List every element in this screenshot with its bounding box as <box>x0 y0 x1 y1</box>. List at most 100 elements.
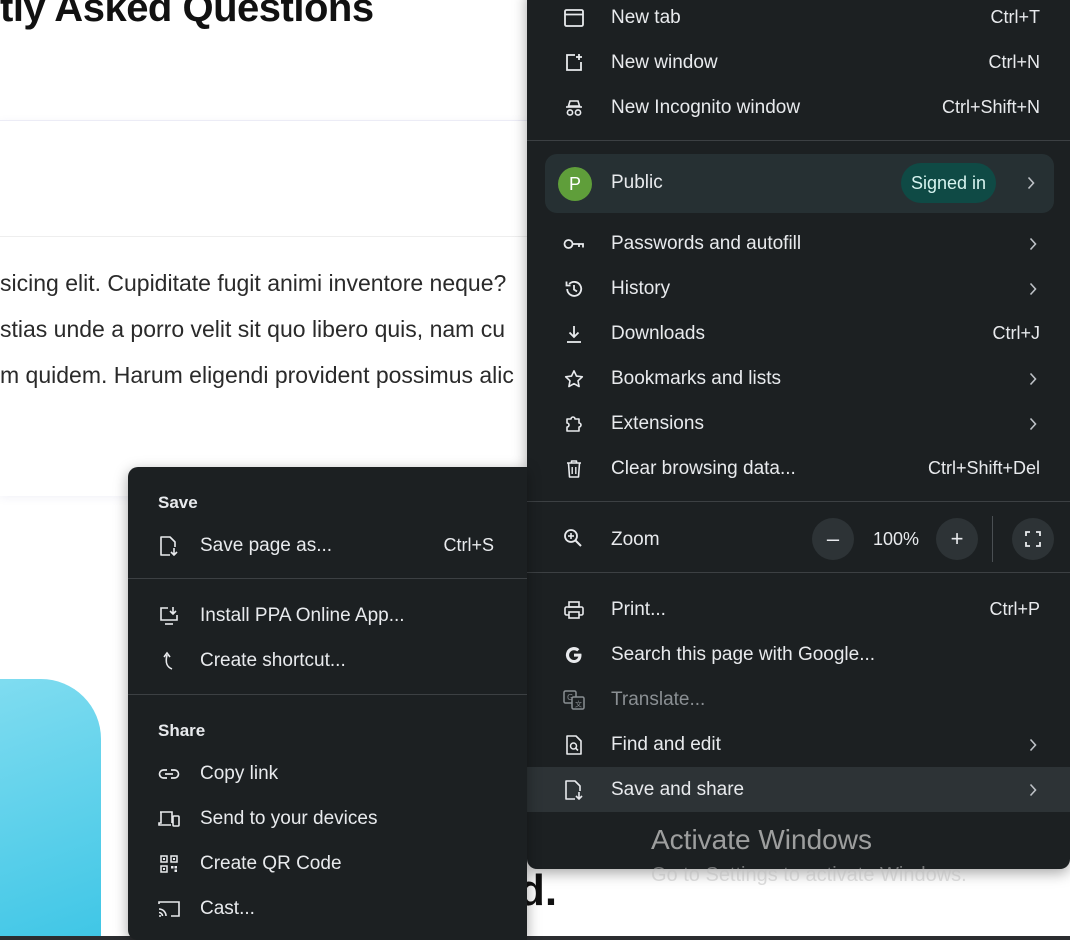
browser-main-menu: New tab Ctrl+T New window Ctrl+N New Inc… <box>527 0 1070 869</box>
svg-text:G: G <box>567 693 573 702</box>
zoom-level: 100% <box>873 529 920 549</box>
downloads-shortcut: Ctrl+J <box>992 323 1040 343</box>
windows-activation-subtitle: Go to Settings to activate Windows. <box>651 864 967 886</box>
save-page-shortcut: Ctrl+S <box>443 535 494 555</box>
menu-item-send-devices[interactable]: Send to your devices <box>128 796 527 841</box>
extensions-label: Extensions <box>611 412 704 434</box>
find-page-icon <box>563 734 585 756</box>
menu-item-extensions[interactable]: Extensions <box>527 401 1070 446</box>
puzzle-icon <box>563 413 585 435</box>
decorative-gradient-shape <box>0 679 101 940</box>
menu-item-install-app[interactable]: Install PPA Online App... <box>128 593 527 638</box>
search-google-label: Search this page with Google... <box>611 643 876 665</box>
install-app-icon <box>158 605 180 627</box>
faq-card <box>0 120 527 496</box>
save-share-label: Save and share <box>611 778 745 800</box>
chevron-right-icon <box>1028 281 1038 297</box>
menu-item-clear-data[interactable]: Clear browsing data... Ctrl+Shift+Del <box>527 446 1070 491</box>
share-section-header: Share <box>158 721 206 740</box>
menu-item-downloads[interactable]: Downloads Ctrl+J <box>527 311 1070 356</box>
create-shortcut-label: Create shortcut... <box>200 649 346 671</box>
menu-item-translate: G文 Translate... <box>527 677 1070 722</box>
menu-item-history[interactable]: History <box>527 266 1070 311</box>
faq-card-divider <box>0 236 527 237</box>
faq-answer-line-3: m quidem. Harum eligendi provident possi… <box>0 362 514 388</box>
print-label: Print... <box>611 598 666 620</box>
new-incognito-shortcut: Ctrl+Shift+N <box>941 97 1040 117</box>
menu-item-bookmarks[interactable]: Bookmarks and lists <box>527 356 1070 401</box>
downloads-label: Downloads <box>611 322 705 344</box>
menu-item-new-window[interactable]: New window Ctrl+N <box>527 40 1070 85</box>
profile-row[interactable]: P Public Signed in <box>545 154 1054 213</box>
windows-activation-title: Activate Windows <box>651 824 872 855</box>
chevron-right-icon <box>1028 371 1038 387</box>
history-label: History <box>611 277 671 299</box>
menu-item-copy-link[interactable]: Copy link <box>128 751 527 796</box>
translate-label: Translate... <box>611 688 706 710</box>
save-page-label: Save page as... <box>200 534 333 556</box>
google-icon <box>563 644 585 666</box>
link-icon <box>158 763 180 785</box>
menu-item-print[interactable]: Print... Ctrl+P <box>527 587 1070 632</box>
menu-separator <box>128 578 527 579</box>
save-share-submenu: Save Save page as... Ctrl+S Install PPA … <box>128 467 527 940</box>
clear-data-label: Clear browsing data... <box>611 457 796 479</box>
shortcut-arrow-icon <box>158 650 180 672</box>
faq-answer-line-2: stias unde a porro velit sit quo libero … <box>0 316 505 342</box>
history-icon <box>563 278 585 300</box>
zoom-out-button[interactable]: – <box>812 518 854 560</box>
new-window-icon <box>563 52 585 74</box>
print-shortcut: Ctrl+P <box>989 599 1040 619</box>
qr-code-label: Create QR Code <box>200 852 342 874</box>
menu-item-cast[interactable]: Cast... <box>128 886 527 931</box>
menu-item-search-google[interactable]: Search this page with Google... <box>527 632 1070 677</box>
trash-icon <box>563 458 585 480</box>
menu-item-find-edit[interactable]: Find and edit <box>527 722 1070 767</box>
page-heading: tly Asked Questions <box>0 0 374 30</box>
menu-item-qr-code[interactable]: Create QR Code <box>128 841 527 886</box>
menu-item-save-page[interactable]: Save page as... Ctrl+S <box>128 523 527 568</box>
menu-item-new-incognito[interactable]: New Incognito window Ctrl+Shift+N <box>527 85 1070 130</box>
zoom-in-button[interactable]: + <box>936 518 978 560</box>
new-tab-shortcut: Ctrl+T <box>990 7 1041 27</box>
send-devices-label: Send to your devices <box>200 807 378 829</box>
new-tab-label: New tab <box>611 6 681 28</box>
new-tab-icon <box>563 7 585 29</box>
qr-code-icon <box>158 853 180 875</box>
clear-data-shortcut: Ctrl+Shift+Del <box>927 458 1040 478</box>
save-page-icon <box>563 779 585 801</box>
chevron-right-icon <box>1028 737 1038 753</box>
cast-label: Cast... <box>200 897 255 919</box>
devices-icon <box>158 808 180 830</box>
passwords-label: Passwords and autofill <box>611 232 802 254</box>
menu-item-save-share[interactable]: Save and share <box>527 767 1070 812</box>
avatar: P <box>558 167 592 201</box>
profile-name: Public <box>611 172 663 193</box>
chevron-right-icon <box>1028 236 1038 252</box>
chevron-right-icon <box>1028 782 1038 798</box>
menu-separator <box>527 501 1070 502</box>
menu-item-new-tab[interactable]: New tab Ctrl+T <box>527 0 1070 40</box>
translate-icon: G文 <box>563 689 585 711</box>
copy-link-label: Copy link <box>200 762 279 784</box>
new-window-label: New window <box>611 51 718 73</box>
zoom-in-icon <box>563 528 585 550</box>
cast-icon <box>158 898 180 920</box>
install-app-label: Install PPA Online App... <box>200 604 405 626</box>
menu-separator <box>128 694 527 695</box>
menu-item-create-shortcut[interactable]: Create shortcut... <box>128 638 527 683</box>
download-icon <box>563 323 585 345</box>
menu-item-passwords[interactable]: Passwords and autofill <box>527 221 1070 266</box>
find-edit-label: Find and edit <box>611 733 721 755</box>
zoom-divider <box>992 516 993 562</box>
new-incognito-label: New Incognito window <box>611 96 801 118</box>
menu-separator <box>527 572 1070 573</box>
print-icon <box>563 599 585 621</box>
zoom-row: Zoom – 100% + <box>527 516 1070 562</box>
fullscreen-button[interactable] <box>1012 518 1054 560</box>
zoom-label: Zoom <box>611 529 660 550</box>
new-window-shortcut: Ctrl+N <box>988 52 1040 72</box>
menu-separator <box>527 140 1070 141</box>
signed-in-badge: Signed in <box>900 163 996 203</box>
save-page-icon <box>158 535 180 557</box>
